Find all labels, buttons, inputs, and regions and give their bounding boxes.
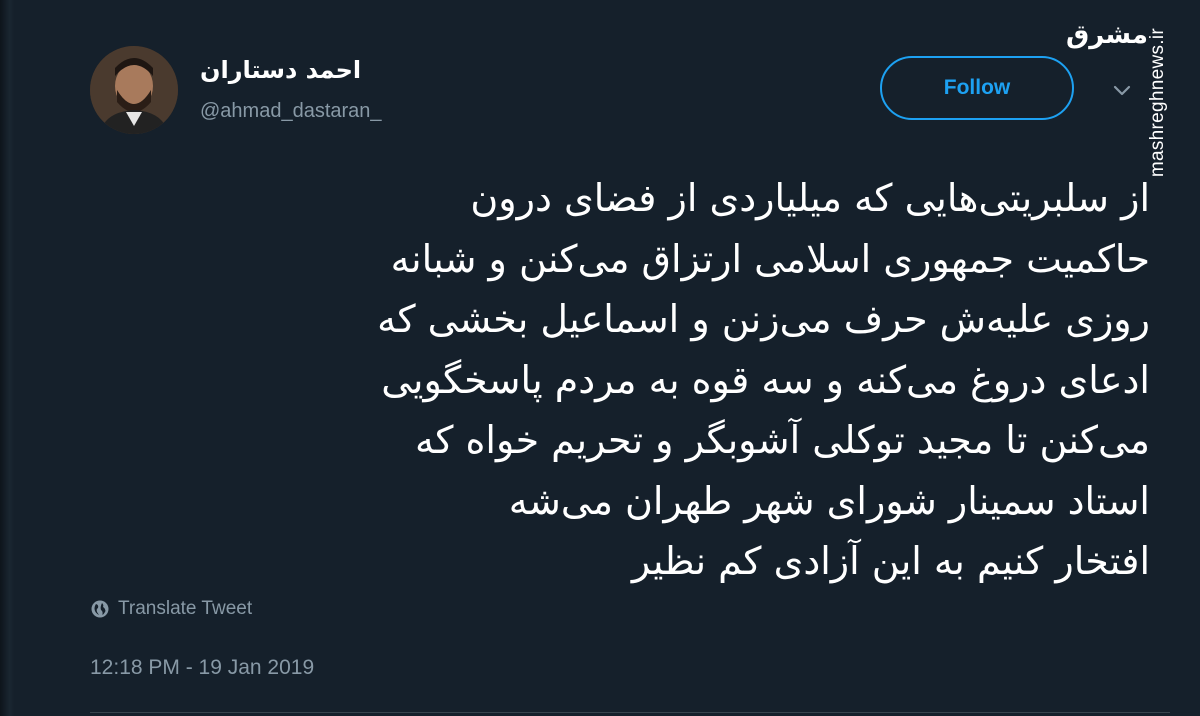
chevron-down-icon[interactable]: [1110, 78, 1134, 102]
tweet-line: افتخار کنیم به این آزادی کم نظیر: [631, 539, 1150, 583]
author-handle[interactable]: @ahmad_dastaran_: [200, 100, 382, 123]
follow-button[interactable]: Follow: [880, 56, 1074, 120]
avatar-photo: [90, 46, 178, 134]
author-display-name[interactable]: احمد دستاران: [200, 56, 361, 84]
left-edge-shadow: [0, 0, 14, 716]
tweet-text: از سلبریتی‌هایی که میلیاردی از فضای درون…: [110, 168, 1150, 592]
tweet-line: استاد سمینار شورای شهر طهران می‌شه: [508, 478, 1150, 523]
tweet-line: از سلبریتی‌هایی که میلیاردی از فضای درون: [470, 176, 1150, 220]
tweet-line: ادعای دروغ می‌کنه و سه قوه به مردم پاسخگ…: [381, 357, 1150, 402]
watermark-logo: مشرق: [1066, 20, 1148, 50]
translate-tweet-link[interactable]: Translate Tweet: [90, 598, 252, 620]
globe-icon: [91, 600, 109, 618]
watermark-site: mashreghnews.ir: [1147, 28, 1168, 178]
divider: [90, 712, 1170, 713]
tweet-timestamp[interactable]: 12:18 PM - 19 Jan 2019: [90, 656, 314, 680]
tweet-line: می‌کنن تا مجید توکلی آشوبگر و تحریم خواه…: [414, 418, 1150, 462]
tweet-line: روزی علیه‌ش حرف می‌زنن و اسماعیل بخشی که: [377, 297, 1150, 341]
avatar[interactable]: [90, 46, 178, 134]
translate-label: Translate Tweet: [118, 598, 253, 619]
tweet-line: حاکمیت جمهوری اسلامی ارتزاق می‌کنن و شبا…: [390, 236, 1150, 281]
